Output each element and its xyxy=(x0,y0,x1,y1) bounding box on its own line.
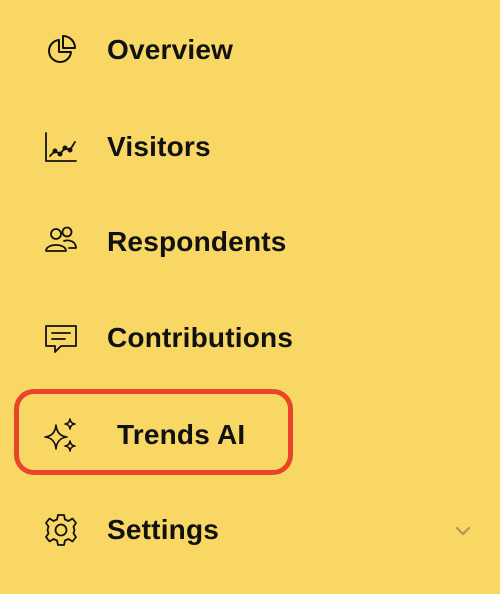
line-chart-icon xyxy=(43,129,79,165)
sidebar-item-label: Contributions xyxy=(107,322,294,353)
sidebar-item-visitors[interactable]: Visitors xyxy=(0,117,500,177)
sparkles-icon xyxy=(42,417,78,453)
sidebar-item-label: Overview xyxy=(107,34,234,65)
sidebar-item-label: Respondents xyxy=(107,226,287,257)
sidebar-item-contributions[interactable]: Contributions xyxy=(0,308,500,368)
sidebar-item-respondents[interactable]: Respondents xyxy=(0,212,500,272)
chevron-down-icon[interactable] xyxy=(452,520,474,542)
sidebar-item-trends-ai[interactable]: Trends AI xyxy=(0,405,500,465)
message-icon xyxy=(43,320,79,356)
sidebar-nav: Overview Visitors Respondents Contributi… xyxy=(0,0,500,594)
gear-icon xyxy=(43,512,79,548)
sidebar-item-label: Visitors xyxy=(107,131,211,162)
pie-chart-icon xyxy=(43,32,79,68)
sidebar-item-overview[interactable]: Overview xyxy=(0,20,500,80)
sidebar-item-label: Trends AI xyxy=(117,419,246,450)
sidebar-item-settings[interactable]: Settings xyxy=(0,500,500,560)
users-icon xyxy=(43,224,79,260)
sidebar-item-label: Settings xyxy=(107,514,220,545)
